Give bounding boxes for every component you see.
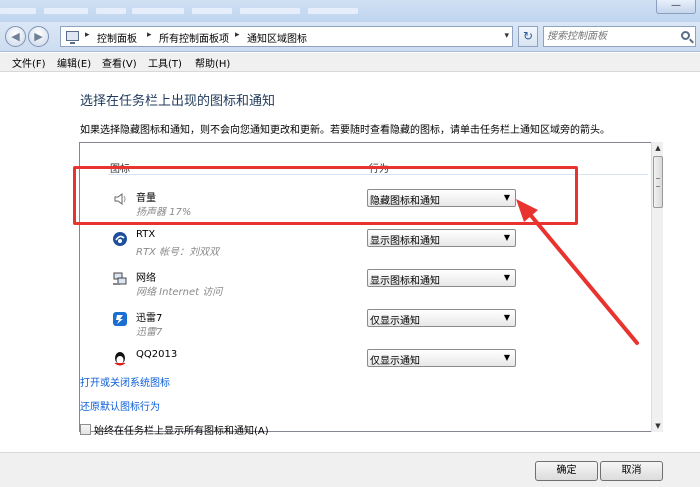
always-show-checkbox[interactable] bbox=[80, 424, 91, 435]
system-icons-link[interactable]: 打开或关闭系统图标 bbox=[80, 374, 170, 389]
item-description: 迅雷7 bbox=[136, 327, 163, 338]
breadcrumb-control-panel[interactable]: 控制面板 bbox=[97, 30, 137, 45]
dialog-footer: 确定 取消 bbox=[0, 452, 700, 487]
item-description: 网络 Internet 访问 bbox=[136, 287, 223, 298]
breadcrumb-separator-icon[interactable]: ▸ bbox=[147, 30, 152, 40]
scrollbar-thumb[interactable] bbox=[653, 156, 663, 208]
address-toolbar: ◀ ▶ ▸ 控制面板 ▸ 所有控制面板项 ▸ 通知区域图标 ▾ ↻ bbox=[0, 22, 700, 52]
network-icon bbox=[113, 272, 127, 285]
address-bar[interactable]: ▸ 控制面板 ▸ 所有控制面板项 ▸ 通知区域图标 ▾ bbox=[60, 26, 513, 47]
item-name: 网络 bbox=[136, 273, 156, 284]
page-description: 如果选择隐藏图标和通知，则不会向您通知更改和更新。若要随时查看隐藏的图标，请单击… bbox=[80, 125, 610, 136]
behavior-select-value: 仅显示通知 bbox=[370, 356, 420, 367]
search-input[interactable] bbox=[547, 29, 675, 44]
chevron-down-icon: ▼ bbox=[503, 193, 510, 202]
item-description: 扬声器 17% bbox=[136, 207, 192, 218]
menu-view[interactable]: 查看(V) bbox=[102, 55, 137, 70]
behavior-select[interactable]: 仅显示通知 ▼ bbox=[367, 309, 516, 327]
menu-help[interactable]: 帮助(H) bbox=[195, 55, 230, 70]
list-item: 迅雷7 迅雷7 仅显示通知 ▼ bbox=[80, 307, 648, 347]
chevron-down-icon: ▼ bbox=[503, 273, 510, 282]
header-divider bbox=[108, 174, 648, 175]
title-decoration bbox=[0, 8, 380, 14]
chevron-down-icon: ▼ bbox=[503, 353, 510, 362]
menu-file[interactable]: 文件(F) bbox=[12, 55, 46, 70]
chevron-down-icon: ▼ bbox=[503, 313, 510, 322]
cancel-button[interactable]: 取消 bbox=[600, 461, 663, 481]
back-button[interactable]: ◀ bbox=[5, 26, 26, 47]
column-header-behavior: 行为 bbox=[369, 164, 389, 175]
forward-button[interactable]: ▶ bbox=[28, 26, 49, 47]
item-name: 音量 bbox=[136, 193, 156, 204]
main-content: 选择在任务栏上出现的图标和通知 如果选择隐藏图标和通知，则不会向您通知更改和更新… bbox=[0, 72, 700, 452]
behavior-select-value: 仅显示通知 bbox=[370, 316, 420, 327]
behavior-select-value: 隐藏图标和通知 bbox=[370, 196, 440, 207]
scroll-up-icon[interactable]: ▲ bbox=[652, 142, 664, 154]
behavior-select[interactable]: 显示图标和通知 ▼ bbox=[367, 269, 516, 287]
chevron-down-icon: ▼ bbox=[503, 233, 510, 242]
page-title: 选择在任务栏上出现的图标和通知 bbox=[80, 94, 276, 109]
restore-defaults-link[interactable]: 还原默认图标行为 bbox=[80, 398, 160, 413]
always-show-label[interactable]: 始终在任务栏上显示所有图标和通知(A) bbox=[94, 422, 269, 437]
address-dropdown-icon[interactable]: ▾ bbox=[504, 31, 509, 41]
refresh-icon: ↻ bbox=[522, 29, 534, 43]
menu-edit[interactable]: 编辑(E) bbox=[57, 55, 91, 70]
control-panel-icon bbox=[66, 31, 79, 44]
xunlei-icon bbox=[113, 312, 127, 326]
list-item: 音量 扬声器 17% 隐藏图标和通知 ▼ bbox=[80, 187, 648, 227]
qq-icon bbox=[114, 352, 126, 366]
item-description: RTX 帐号：刘双双 bbox=[136, 247, 220, 258]
refresh-button[interactable]: ↻ bbox=[518, 26, 538, 47]
forward-arrow-icon: ▶ bbox=[34, 30, 43, 43]
breadcrumb-all-items[interactable]: 所有控制面板项 bbox=[159, 30, 229, 45]
menu-bar: 文件(F) 编辑(E) 查看(V) 工具(T) 帮助(H) bbox=[0, 53, 700, 72]
speaker-icon bbox=[114, 193, 126, 205]
column-header-icon: 图标 bbox=[110, 164, 130, 175]
behavior-select[interactable]: 显示图标和通知 ▼ bbox=[367, 229, 516, 247]
list-scrollbar[interactable]: ▲ ▼ bbox=[651, 142, 663, 432]
behavior-select-value: 显示图标和通知 bbox=[370, 276, 440, 287]
menu-tools[interactable]: 工具(T) bbox=[148, 55, 182, 70]
breadcrumb-separator-icon[interactable]: ▸ bbox=[85, 30, 90, 40]
item-name: QQ2013 bbox=[136, 349, 178, 360]
back-arrow-icon: ◀ bbox=[11, 30, 20, 43]
ok-button[interactable]: 确定 bbox=[535, 461, 598, 481]
behavior-select-value: 显示图标和通知 bbox=[370, 236, 440, 247]
item-name: RTX bbox=[136, 229, 156, 240]
list-item: 网络 网络 Internet 访问 显示图标和通知 ▼ bbox=[80, 267, 648, 307]
minimize-button[interactable]: — bbox=[656, 0, 696, 14]
rtx-icon bbox=[113, 232, 127, 246]
item-name: 迅雷7 bbox=[136, 313, 163, 324]
behavior-select[interactable]: 隐藏图标和通知 ▼ bbox=[367, 189, 516, 207]
search-box[interactable] bbox=[543, 26, 696, 47]
breadcrumb-separator-icon[interactable]: ▸ bbox=[235, 30, 240, 40]
breadcrumb-notification-icons[interactable]: 通知区域图标 bbox=[247, 30, 307, 45]
behavior-select[interactable]: 仅显示通知 ▼ bbox=[367, 349, 516, 367]
search-icon[interactable] bbox=[681, 31, 690, 40]
scroll-down-icon[interactable]: ▼ bbox=[652, 420, 664, 432]
list-item: RTX RTX 帐号：刘双双 显示图标和通知 ▼ bbox=[80, 227, 648, 267]
